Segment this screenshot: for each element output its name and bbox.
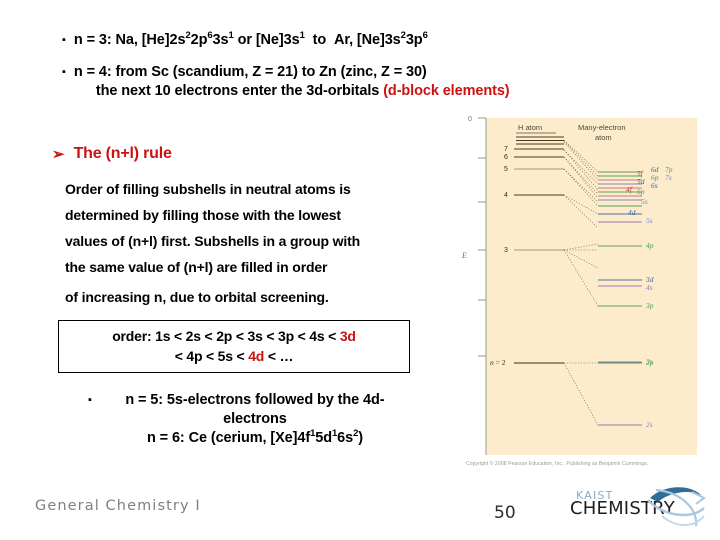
filling-order-line-2-suffix: < … — [264, 348, 294, 364]
square-bullet-icon: ▪ — [62, 34, 66, 46]
nl-rule-paragraph-line-1: Order of filling subshells in neutral at… — [65, 181, 351, 197]
bullet-item-n4: ▪ n = 4: from Sc (scandium, Z = 21) to Z… — [62, 63, 594, 101]
filling-order-4d: 4d — [248, 348, 265, 364]
bullet-n5-text: n = 5: 5s-electrons followed by the 4d- … — [100, 391, 410, 429]
bullet-item-n6: n = 6: Ce (cerium, [Xe]4f15d16s2) — [95, 429, 415, 448]
square-bullet-icon: ▪ — [62, 66, 66, 78]
svg-text:5s: 5s — [646, 216, 653, 225]
svg-text:6: 6 — [504, 154, 508, 161]
footer-page-number: 50 — [494, 503, 516, 523]
logo-swoosh-icon — [647, 487, 706, 527]
kaist-chemistry-logo: KAIST CHEMISTRY — [568, 487, 708, 534]
svg-text:5p: 5p — [637, 187, 645, 196]
bullet-n6-suffix: ) — [358, 430, 364, 446]
bullet-n5-line2: electrons — [223, 411, 287, 427]
nl-rule-paragraph-line-4: the same value of (n+l) are filled in or… — [65, 259, 328, 275]
bullet-n6-mid-2: 6s — [337, 430, 354, 446]
svg-text:atom: atom — [595, 133, 612, 142]
svg-text:5s: 5s — [641, 197, 648, 206]
nl-rule-paragraph: Order of filling subshells in neutral at… — [65, 176, 465, 310]
svg-text:7s: 7s — [665, 173, 672, 182]
energy-level-diagram-svg: 0 E H atom Many-electron atom 7 6 5 4 3 … — [461, 116, 697, 455]
nl-rule-heading-text: The (n+l) rule — [73, 145, 172, 162]
bullet-item-n3: ▪ n = 3: Na, [He]2s22p63s1 or [Ne]3s1 to… — [62, 31, 428, 50]
svg-text:H atom: H atom — [518, 123, 542, 132]
bullet-item-n5: ▪ n = 5: 5s-electrons followed by the 4d… — [88, 391, 410, 429]
svg-text:2s: 2s — [646, 420, 653, 429]
filling-order-box: order: 1s < 2s < 2p < 3s < 3p < 4s < 3d … — [58, 320, 410, 373]
bullet-n5-line1: n = 5: 5s-electrons followed by the 4d- — [125, 392, 385, 408]
svg-text:4f: 4f — [626, 185, 633, 194]
bullet-n4-line2-emphasis: (d-block elements) — [383, 83, 510, 99]
svg-text:5: 5 — [504, 166, 508, 173]
nl-rule-paragraph-line-3: values of (n+l) first. Subshells in a gr… — [65, 233, 361, 249]
footer-course-title: General Chemistry I — [35, 498, 201, 514]
arrow-bullet-icon: ➢ — [52, 145, 65, 163]
square-bullet-icon: ▪ — [88, 394, 92, 406]
svg-text:4s: 4s — [646, 283, 653, 292]
bullet-n6-prefix: n = 6: Ce (cerium, [Xe]4f — [146, 430, 311, 446]
svg-text:0: 0 — [468, 116, 472, 123]
filling-order-line-2-prefix: < 4p < 5s < — [174, 348, 249, 364]
svg-text:4p: 4p — [646, 241, 654, 250]
slide-canvas: 0 E H atom Many-electron atom 7 6 5 4 3 … — [0, 0, 720, 540]
svg-text:3: 3 — [504, 247, 508, 254]
svg-text:3p: 3p — [645, 301, 654, 310]
bullet-n6-mid-1: 5d — [315, 430, 332, 446]
filling-order-line-2: < 4p < 5s < 4d < … — [65, 346, 403, 366]
bullet-n4-line1: n = 4: from Sc (scandium, Z = 21) to Zn … — [73, 64, 427, 80]
diagram-copyright: Copyright © 2008 Pearson Education, Inc.… — [466, 461, 649, 467]
svg-text:4d: 4d — [628, 208, 636, 217]
nl-rule-paragraph-line-5: of increasing n, due to orbital screenin… — [65, 289, 329, 305]
energy-level-diagram: 0 E H atom Many-electron atom 7 6 5 4 3 … — [456, 110, 701, 470]
bullet-n4-line2: the next 10 electrons enter the 3d-orbit… — [95, 83, 384, 99]
svg-text:n = 2: n = 2 — [490, 358, 506, 367]
svg-text:2p: 2p — [646, 358, 654, 367]
svg-text:6s: 6s — [651, 181, 658, 190]
filling-order-line-1-prefix: order: 1s < 2s < 2p < 3s < 3p < 4s < — [112, 328, 340, 344]
nl-rule-heading: ➢ The (n+l) rule — [52, 145, 172, 163]
svg-text:7: 7 — [504, 146, 508, 153]
svg-text:4: 4 — [504, 192, 508, 199]
bullet-n4-text: n = 4: from Sc (scandium, Z = 21) to Zn … — [74, 63, 594, 101]
bullet-n3-text: n = 3: Na, [He]2s22p63s1 or [Ne]3s1 to A… — [73, 30, 428, 48]
svg-text:Many-electron: Many-electron — [578, 123, 626, 132]
filling-order-3d: 3d — [339, 328, 356, 344]
filling-order-line-1: order: 1s < 2s < 2p < 3s < 3p < 4s < 3d — [65, 326, 403, 346]
svg-text:5d: 5d — [637, 177, 645, 186]
nl-rule-paragraph-line-2: determined by filling those with the low… — [65, 207, 341, 223]
